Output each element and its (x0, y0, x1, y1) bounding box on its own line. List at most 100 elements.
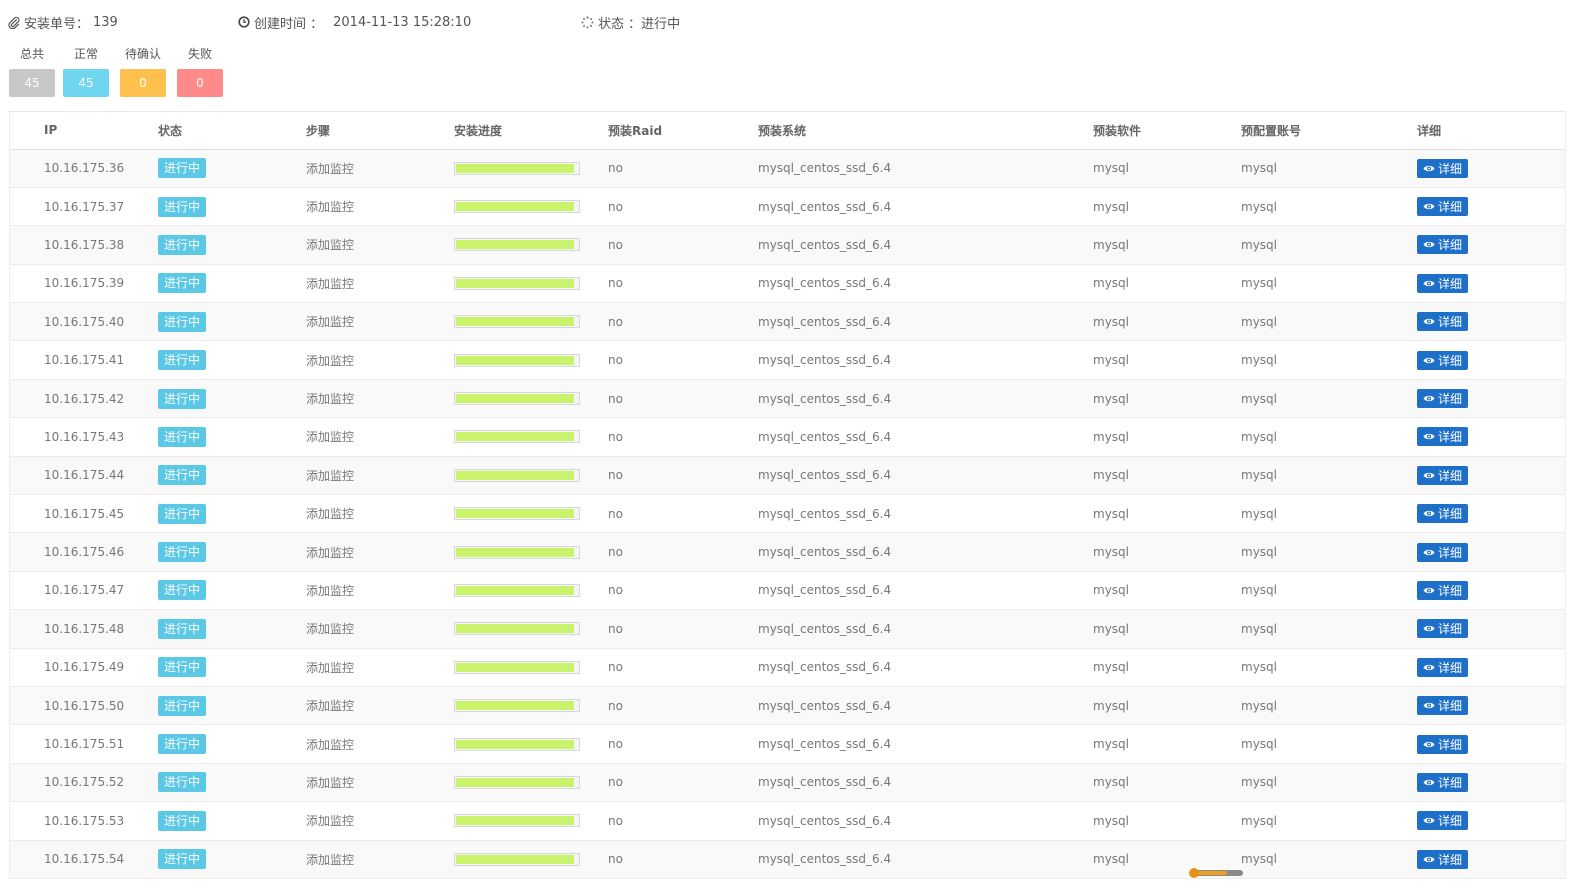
eye-icon (1423, 280, 1435, 286)
column-header-raid[interactable]: 预装Raid (608, 112, 758, 150)
detail-button[interactable]: 详细 (1417, 235, 1469, 255)
cell-status: 进行中 (158, 801, 306, 841)
detail-button-label: 详细 (1438, 276, 1463, 291)
eye-icon (1423, 357, 1435, 363)
detail-button[interactable]: 详细 (1417, 849, 1469, 869)
column-header-step[interactable]: 步骤 (306, 112, 454, 150)
cell-step: 添加监控 (306, 302, 454, 342)
cell-status: 进行中 (158, 417, 306, 457)
eye-icon (1423, 626, 1435, 632)
counter-total[interactable]: 总共 45 (9, 46, 55, 97)
detail-button[interactable]: 详细 (1417, 273, 1469, 293)
status-badge: 进行中 (158, 234, 207, 255)
detail-button[interactable]: 详细 (1417, 542, 1469, 562)
cell-step: 添加监控 (306, 379, 454, 419)
cell-step: 添加监控 (306, 417, 454, 457)
detail-button[interactable]: 详细 (1417, 158, 1469, 178)
cell-system: mysql_centos_ssd_6.4 (758, 494, 1093, 534)
progress-fill (456, 816, 575, 826)
detail-button-label: 详细 (1438, 468, 1463, 483)
cell-status: 进行中 (158, 571, 306, 611)
column-header-progress[interactable]: 安装进度 (454, 112, 608, 150)
cell-raid: no (608, 302, 758, 342)
cell-raid: no (608, 801, 758, 841)
cell-step: 添加监控 (306, 609, 454, 649)
detail-button[interactable]: 详细 (1417, 734, 1469, 754)
cell-software: mysql (1093, 648, 1241, 687)
detail-button[interactable]: 详细 (1417, 657, 1469, 677)
cell-status: 进行中 (158, 494, 306, 534)
detail-button[interactable]: 详细 (1417, 696, 1469, 716)
status-badge: 进行中 (158, 580, 207, 601)
progress-fill (456, 432, 575, 442)
cell-detail: 详细 (1417, 494, 1565, 534)
status-badge: 进行中 (158, 273, 207, 294)
column-header-account[interactable]: 预配置账号 (1241, 112, 1417, 150)
eye-icon (1423, 242, 1435, 248)
spinner-icon (581, 15, 594, 29)
cell-raid: no (608, 648, 758, 687)
cell-status: 进行中 (158, 302, 306, 342)
progress-fill (456, 509, 575, 519)
status-badge: 进行中 (158, 196, 207, 217)
cell-ip: 10.16.175.38 (10, 225, 158, 265)
cell-account: mysql (1241, 648, 1417, 687)
cell-software: mysql (1093, 456, 1241, 496)
cell-detail: 详细 (1417, 724, 1565, 764)
progress-fill (456, 624, 575, 634)
cell-raid: no (608, 149, 758, 188)
column-header-status[interactable]: 状态 (158, 112, 306, 150)
column-header-system[interactable]: 预装系统 (758, 112, 1093, 150)
detail-button-label: 详细 (1438, 353, 1463, 368)
progress-fill (456, 585, 575, 595)
cell-ip: 10.16.175.43 (10, 417, 158, 457)
detail-button[interactable]: 详细 (1417, 619, 1469, 639)
cell-ip: 10.16.175.53 (10, 801, 158, 841)
detail-button[interactable]: 详细 (1417, 504, 1469, 524)
counter-normal[interactable]: 正常 45 (63, 46, 109, 97)
cell-detail: 详细 (1417, 532, 1565, 572)
detail-button[interactable]: 详细 (1417, 389, 1469, 409)
table-row: 10.16.175.36 进行中 添加监控 no mysql_centos_ssd_6.… (10, 149, 1565, 188)
progress-fill (456, 355, 575, 365)
cell-software: mysql (1093, 763, 1241, 803)
column-header-ip[interactable]: IP (10, 112, 158, 150)
horizontal-scrollbar[interactable] (1189, 868, 1243, 878)
detail-button[interactable]: 详细 (1417, 312, 1469, 332)
cell-system: mysql_centos_ssd_6.4 (758, 840, 1093, 879)
cell-ip: 10.16.175.46 (10, 532, 158, 572)
column-header-detail: 详细 (1417, 112, 1565, 150)
cell-detail: 详细 (1417, 801, 1565, 841)
status-badge: 进行中 (158, 772, 207, 793)
detail-button[interactable]: 详细 (1417, 197, 1469, 217)
progress-bar (454, 545, 580, 559)
detail-button[interactable]: 详细 (1417, 772, 1469, 792)
scrollbar-handle[interactable] (1189, 868, 1199, 878)
table-row: 10.16.175.43 进行中 添加监控 no mysql_centos_ssd_6.… (10, 417, 1565, 457)
cell-step: 添加监控 (306, 149, 454, 188)
detail-button[interactable]: 详细 (1417, 811, 1469, 831)
detail-button[interactable]: 详细 (1417, 427, 1469, 447)
column-header-software[interactable]: 预装软件 (1093, 112, 1241, 150)
counter-pending[interactable]: 待确认 0 (120, 46, 166, 97)
detail-button[interactable]: 详细 (1417, 465, 1469, 485)
detail-button[interactable]: 详细 (1417, 350, 1469, 370)
order-info-bar: 安装单号： 139 创建时间 ： 2014-11-13 15:28:10 状态 … (8, 12, 908, 32)
cell-system: mysql_centos_ssd_6.4 (758, 724, 1093, 764)
cell-software: mysql (1093, 686, 1241, 726)
table-row: 10.16.175.44 进行中 添加监控 no mysql_centos_ssd_6.… (10, 456, 1565, 496)
cell-detail: 详细 (1417, 264, 1565, 304)
progress-fill (456, 777, 575, 787)
progress-bar (454, 699, 580, 713)
detail-button-label: 详细 (1438, 161, 1463, 176)
order-number: 安装单号： 139 (8, 12, 118, 32)
counter-pending-value: 0 (120, 69, 166, 97)
cell-progress (454, 302, 608, 342)
table-row: 10.16.175.48 进行中 添加监控 no mysql_centos_ssd_6.… (10, 609, 1565, 649)
counter-normal-value: 45 (63, 69, 109, 97)
cell-software: mysql (1093, 340, 1241, 380)
counter-failed[interactable]: 失败 0 (177, 46, 223, 97)
cell-ip: 10.16.175.54 (10, 840, 158, 879)
status-badge: 进行中 (158, 503, 207, 524)
detail-button[interactable]: 详细 (1417, 580, 1469, 600)
